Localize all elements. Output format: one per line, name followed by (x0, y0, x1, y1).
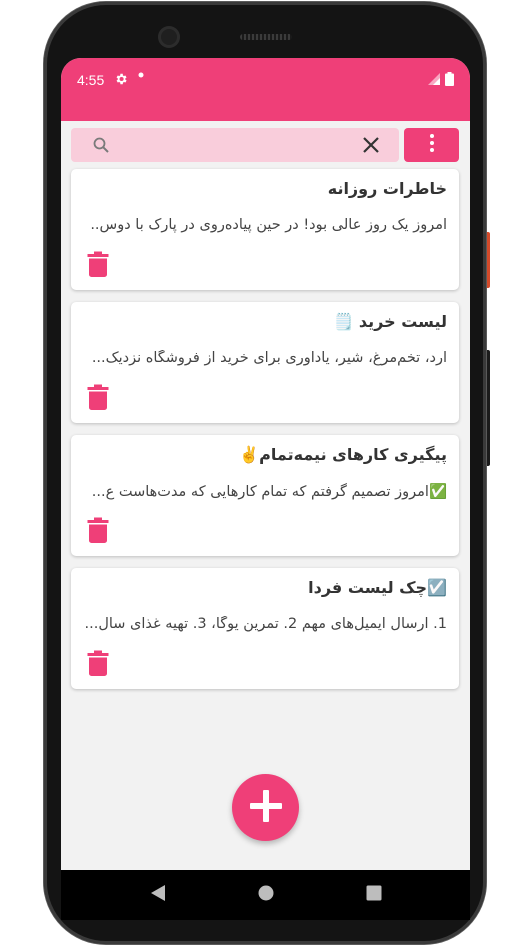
search-input[interactable] (115, 132, 355, 158)
trash-icon[interactable] (87, 251, 109, 277)
note-body: امروز یک روز عالی بود! در حین پیاده‌روی … (90, 217, 447, 233)
trash-icon[interactable] (87, 650, 109, 676)
gear-icon (114, 72, 128, 86)
search-icon (93, 137, 109, 157)
trash-icon[interactable] (87, 517, 109, 543)
plus-icon (249, 789, 283, 827)
home-icon[interactable] (258, 885, 274, 905)
trash-icon[interactable] (87, 384, 109, 410)
note-title: پیگیری کارهای نیمه‌تمام✌️ (239, 445, 447, 464)
earpiece-speaker (240, 34, 292, 40)
close-icon[interactable] (361, 135, 381, 159)
front-camera (158, 26, 180, 48)
more-vertical-icon (429, 133, 435, 157)
app-screen: 4:55 خاطرات روزانه امروز یک روز عالی بود… (61, 58, 470, 870)
add-note-button[interactable] (232, 774, 299, 841)
note-card[interactable]: پیگیری کارهای نیمه‌تمام✌️ ✅امروز تصمیم گ… (71, 435, 459, 556)
note-title: لیست خرید 🗒️ (333, 312, 447, 331)
system-nav-bar (61, 870, 470, 920)
note-body: ✅امروز تصمیم گرفتم که تمام کارهایی که مد… (91, 484, 447, 500)
note-card[interactable]: خاطرات روزانه امروز یک روز عالی بود! در … (71, 169, 459, 290)
note-title: ☑️چک لیست فردا (308, 578, 447, 597)
dot-icon (138, 72, 144, 78)
battery-icon (445, 72, 454, 89)
signal-icon (427, 72, 441, 89)
note-card[interactable]: لیست خرید 🗒️ آرد، تخم‌مرغ، شیر، یادآوری … (71, 302, 459, 423)
notes-list: خاطرات روزانه امروز یک روز عالی بود! در … (71, 169, 459, 701)
note-body: آرد، تخم‌مرغ، شیر، یادآوری برای خرید از … (91, 350, 447, 366)
note-title: خاطرات روزانه (327, 179, 447, 198)
note-body: 1. ارسال ایمیل‌های مهم 2. تمرین یوگا، 3.… (84, 616, 447, 632)
search-bar[interactable] (71, 128, 399, 162)
note-card[interactable]: ☑️چک لیست فردا 1. ارسال ایمیل‌های مهم 2.… (71, 568, 459, 689)
status-time: 4:55 (77, 72, 105, 88)
back-icon[interactable] (150, 884, 166, 906)
status-bar: 4:55 (61, 58, 470, 121)
search-toolbar (71, 128, 460, 162)
recents-icon[interactable] (366, 885, 382, 905)
more-menu-button[interactable] (404, 128, 459, 162)
